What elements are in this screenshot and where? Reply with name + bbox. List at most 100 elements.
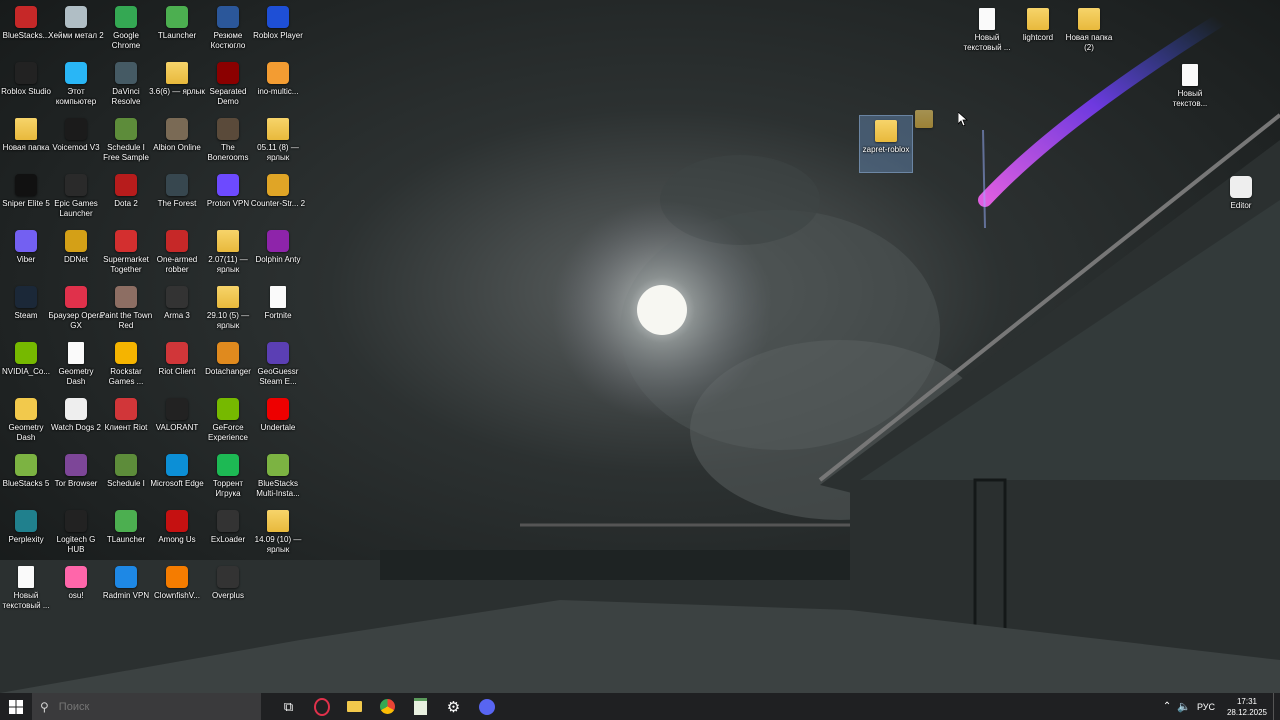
chevron-up-icon[interactable]: ⌃ — [1163, 701, 1171, 712]
taskbar-chrome[interactable] — [371, 693, 404, 720]
edge-icon — [166, 454, 188, 476]
arma-icon — [166, 286, 188, 308]
desktop-icon[interactable]: ExLoader — [202, 506, 254, 562]
taskbar-notepad[interactable] — [404, 693, 437, 720]
desktop-icon[interactable]: TLauncher — [151, 2, 203, 58]
desktop-icon[interactable]: NVIDIA_Co... — [0, 338, 52, 394]
desktop-icon[interactable]: zapret-roblox — [859, 115, 913, 173]
desktop-icon[interactable]: Dolphin Anty — [252, 226, 304, 282]
desktop-icon-label: ExLoader — [210, 535, 246, 544]
desktop-icon[interactable]: Albion Online — [151, 114, 203, 170]
desktop-icon[interactable]: Geometry Dash — [50, 338, 102, 394]
desktop-icon[interactable]: DDNet — [50, 226, 102, 282]
search-icon: ⚲ — [40, 699, 49, 714]
desktop-icon[interactable]: Schedule I Free Sample — [100, 114, 152, 170]
tlauncher-icon — [166, 6, 188, 28]
desktop-icon[interactable]: Viber — [0, 226, 52, 282]
search-input[interactable] — [56, 699, 241, 714]
desktop-icon[interactable]: Новый текстовый ... — [0, 562, 52, 618]
desktop-icon-label: Steam — [14, 311, 38, 320]
desktop-icon[interactable]: Schedule I — [100, 450, 152, 506]
desktop-icon[interactable]: Dotachanger — [202, 338, 254, 394]
desktop-icon[interactable]: Arma 3 — [151, 282, 203, 338]
desktop-icon[interactable]: Microsoft Edge — [150, 450, 204, 506]
desktop-icon[interactable]: 3.6(6) — ярлык — [149, 58, 205, 114]
desktop-icon[interactable]: BlueStacks 5 — [0, 450, 52, 506]
desktop-icon[interactable]: The Bonerooms — [202, 114, 254, 170]
desktop-icon-label: DaVinci Resolve — [111, 87, 141, 106]
desktop-icon[interactable]: Perplexity — [0, 506, 52, 562]
desktop-icon[interactable]: Steam — [0, 282, 52, 338]
desktop-icon[interactable]: Rockstar Games ... — [100, 338, 152, 394]
language-indicator[interactable]: РУС — [1197, 702, 1215, 712]
desktop-icon[interactable]: Riot Client — [151, 338, 203, 394]
desktop-icon[interactable]: The Forest — [151, 170, 203, 226]
desktop-icon-label: 3.6(6) — ярлык — [149, 87, 205, 96]
opera-gx-icon — [313, 697, 330, 716]
davinci-icon — [115, 62, 137, 84]
desktop-icon[interactable]: VALORANT — [151, 394, 203, 450]
desktop-icon[interactable]: Tor Browser — [50, 450, 102, 506]
desktop-icon[interactable]: Браузер Opera GX — [49, 282, 104, 338]
desktop-icon[interactable]: Paint the Town Red — [100, 282, 152, 338]
desktop-icon[interactable]: Этот компьютер — [50, 58, 102, 114]
desktop-icon[interactable]: Roblox Player — [252, 2, 304, 58]
desktop-icon[interactable]: Новый текстовый ... — [961, 4, 1013, 60]
desktop-icon[interactable]: Editor — [1215, 172, 1267, 228]
desktop-icon[interactable]: BlueStacks Multi-Insta... — [252, 450, 304, 506]
desktop-icon[interactable]: Dota 2 — [100, 170, 152, 226]
taskbar-file-explorer[interactable] — [338, 693, 371, 720]
task-view-button[interactable]: ⧉ — [272, 693, 305, 720]
desktop-icon[interactable]: osu! — [50, 562, 102, 618]
desktop-icon[interactable]: Sniper Elite 5 — [0, 170, 52, 226]
desktop-icon[interactable]: Новая папка (2) — [1063, 4, 1115, 60]
desktop-icon[interactable]: lightcord — [1012, 4, 1064, 60]
desktop-icon[interactable]: Among Us — [151, 506, 203, 562]
volume-icon[interactable]: 🔈 — [1177, 700, 1191, 713]
show-desktop-button[interactable] — [1273, 693, 1280, 720]
start-button[interactable] — [0, 693, 32, 720]
desktop-icon[interactable]: One-armed robber — [151, 226, 203, 282]
clock[interactable]: 17:31 28.12.2025 — [1221, 696, 1273, 718]
desktop-icon[interactable]: Voicemod V3 — [50, 114, 102, 170]
desktop-icon[interactable]: Counter-Str... 2 — [251, 170, 305, 226]
desktop-icon[interactable]: ClownfishV... — [151, 562, 203, 618]
desktop-icon[interactable]: Epic Games Launcher — [50, 170, 102, 226]
desktop-icon[interactable]: Новый текстов... — [1164, 60, 1216, 116]
mouse-cursor-icon — [958, 112, 968, 126]
desktop-icon[interactable]: Новая папка — [0, 114, 52, 170]
chrome-icon — [380, 699, 395, 714]
desktop-icon[interactable]: ino-multic... — [252, 58, 304, 114]
taskbar-settings[interactable]: ⚙ — [437, 693, 470, 720]
desktop-icon[interactable]: Radmin VPN — [100, 562, 152, 618]
desktop-icon[interactable]: Roblox Studio — [0, 58, 52, 114]
radmin-icon — [115, 566, 137, 588]
desktop-icon[interactable]: Резюме Костюгло — [202, 2, 254, 58]
desktop-icon[interactable]: 29.10 (5) — ярлык — [202, 282, 254, 338]
desktop-icon[interactable]: GeoGuessr Steam E... — [252, 338, 304, 394]
desktop-icon[interactable]: Overplus — [202, 562, 254, 618]
desktop-icon[interactable]: Geometry Dash — [0, 394, 52, 450]
desktop-icon[interactable]: 05.11 (8) — ярлык — [252, 114, 304, 170]
desktop-icon[interactable]: 14.09 (10) — ярлык — [252, 506, 304, 562]
desktop-icon[interactable]: Fortnite — [252, 282, 304, 338]
desktop-icon[interactable]: Торрент Игрука — [202, 450, 254, 506]
desktop-icon[interactable]: Хейми метал 2 — [48, 2, 104, 58]
desktop-icon[interactable]: Proton VPN — [202, 170, 254, 226]
desktop-icon[interactable]: Logitech G HUB — [50, 506, 102, 562]
taskbar-search-box[interactable]: ⚲ — [32, 693, 261, 720]
desktop-icon[interactable]: Watch Dogs 2 — [50, 394, 102, 450]
desktop-icon[interactable]: GeForce Experience — [202, 394, 254, 450]
desktop-icon[interactable]: 2.07(11) — ярлык — [202, 226, 254, 282]
desktop-icon[interactable]: Клиент Riot — [100, 394, 152, 450]
taskbar-opera-gx[interactable] — [305, 693, 338, 720]
desktop-icon[interactable]: Undertale — [252, 394, 304, 450]
desktop-icon[interactable]: Separated Demo — [202, 58, 254, 114]
desktop-icon[interactable]: BlueStacks... — [0, 2, 52, 58]
desktop-icon[interactable]: DaVinci Resolve — [100, 58, 152, 114]
desktop-icon[interactable]: TLauncher — [100, 506, 152, 562]
desktop-icon-label: 2.07(11) — ярлык — [208, 255, 248, 274]
desktop-icon[interactable]: Google Chrome — [100, 2, 152, 58]
taskbar-discord[interactable] — [470, 693, 503, 720]
desktop-icon[interactable]: Supermarket Together — [100, 226, 152, 282]
